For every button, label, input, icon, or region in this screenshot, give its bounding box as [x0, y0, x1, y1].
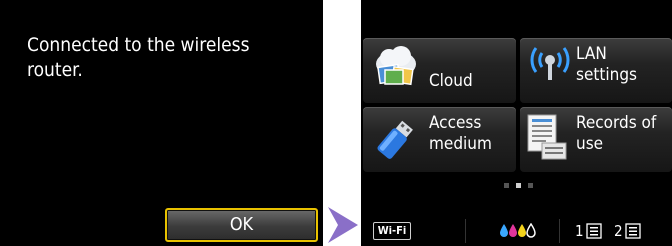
- tray-2-label: 2: [614, 222, 623, 240]
- connection-message: Connected to the wireless router.: [27, 34, 250, 81]
- divider: [465, 219, 466, 243]
- page-dot-active: [516, 183, 521, 188]
- next-step-arrow-icon: [328, 207, 358, 243]
- tile-lan-settings[interactable]: LAN settings: [520, 38, 672, 103]
- tile-lan-settings-label: LAN settings: [576, 44, 637, 85]
- tile-cloud[interactable]: Cloud: [363, 38, 516, 103]
- page-indicator: [504, 183, 544, 189]
- wifi-button[interactable]: Wi-Fi: [373, 222, 411, 240]
- paper-tray-icon[interactable]: [586, 223, 602, 239]
- document-icon: [527, 114, 567, 160]
- ok-button[interactable]: OK: [165, 208, 318, 242]
- tile-access-medium-label: Access medium: [429, 113, 492, 154]
- page-dot: [528, 183, 533, 188]
- wireless-antenna-icon: [530, 47, 570, 80]
- cloud-icon: [376, 46, 416, 86]
- tile-records-of-use-label: Records of use: [576, 113, 657, 154]
- tile-cloud-label: Cloud: [429, 71, 473, 91]
- tray-1-label: 1: [575, 222, 584, 240]
- usb-drive-icon: [377, 120, 413, 159]
- status-bar: Wi-Fi 1 2: [361, 213, 672, 246]
- divider: [559, 219, 560, 243]
- home-screen: Cloud LAN settings Access medium Records…: [361, 0, 672, 246]
- page-dot: [504, 183, 509, 188]
- top-bar: [361, 0, 672, 36]
- tile-access-medium[interactable]: Access medium: [363, 107, 516, 172]
- ink-level-icon[interactable]: [499, 223, 537, 239]
- paper-tray-icon[interactable]: [625, 223, 641, 239]
- tile-records-of-use[interactable]: Records of use: [520, 107, 672, 172]
- confirmation-screen: Connected to the wireless router. OK: [0, 0, 323, 246]
